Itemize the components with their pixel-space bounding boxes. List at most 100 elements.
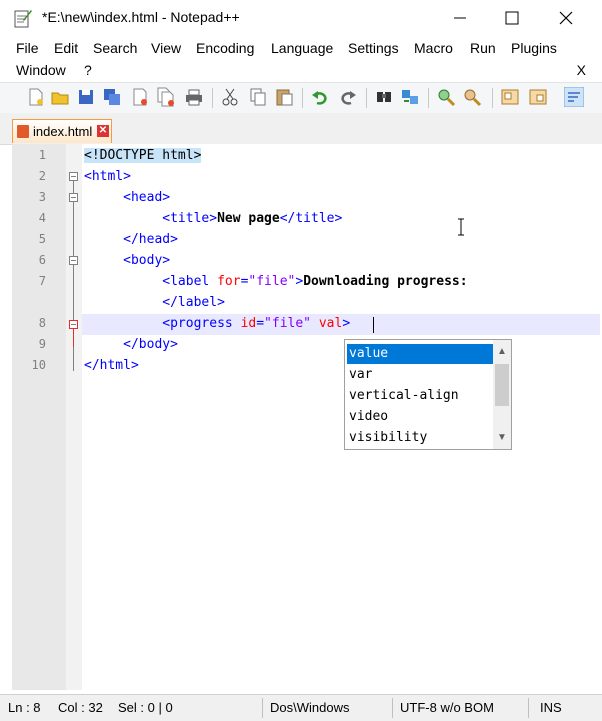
status-bar: Ln : 8 Col : 32 Sel : 0 | 0 Dos\Windows …: [0, 694, 602, 721]
fold-guide-active: [73, 329, 74, 347]
menu-encoding[interactable]: Encoding: [196, 40, 254, 56]
window-title: *E:\new\index.html - Notepad++: [42, 9, 240, 25]
zoom-out-icon[interactable]: [462, 87, 482, 107]
line-number: 6: [38, 253, 46, 267]
code-line: </head>: [84, 230, 178, 250]
toolbar-separator: [212, 88, 213, 108]
code-token: "file": [248, 274, 296, 289]
autocomplete-item[interactable]: vertical-align: [347, 386, 493, 406]
menu-settings[interactable]: Settings: [348, 40, 399, 56]
code-token: <body>: [123, 253, 171, 268]
code-token: <head>: [123, 190, 171, 205]
code-line: </body>: [84, 335, 178, 355]
status-encoding[interactable]: UTF-8 w/o BOM: [400, 700, 494, 715]
maximize-icon[interactable]: [500, 6, 524, 30]
code-line: <label for="file">Downloading progress:: [84, 272, 467, 292]
menu-language[interactable]: Language: [271, 40, 333, 56]
code-token: New page: [217, 211, 280, 226]
close-file-icon[interactable]: [130, 87, 150, 107]
fold-head-icon[interactable]: [69, 193, 78, 202]
code-token: <title>: [162, 211, 218, 226]
menu-edit[interactable]: Edit: [54, 40, 78, 56]
line-number: 2: [38, 169, 46, 183]
autocomplete-item-selected[interactable]: value: [347, 344, 493, 364]
code-token: >: [342, 316, 351, 331]
replace-icon[interactable]: [400, 87, 420, 107]
save-all-icon[interactable]: [102, 87, 122, 107]
code-line: <html>: [84, 167, 131, 187]
code-line: </label>: [84, 293, 225, 313]
fold-html-icon[interactable]: [69, 172, 78, 181]
undo-icon[interactable]: [310, 87, 330, 107]
fold-body-icon[interactable]: [69, 256, 78, 265]
code-token: </title>: [279, 211, 343, 226]
status-separator: [392, 698, 393, 718]
save-icon[interactable]: [76, 87, 96, 107]
tab-close-icon[interactable]: ✕: [97, 125, 109, 137]
code-token: <html>: [84, 169, 131, 184]
menu-window[interactable]: Window: [16, 62, 66, 78]
menu-bar: File Edit Search View Encoding Language …: [0, 36, 602, 82]
status-selection: Sel : 0 | 0: [118, 700, 173, 715]
line-number: 5: [38, 232, 46, 246]
menu-view[interactable]: View: [151, 40, 181, 56]
scroll-up-icon[interactable]: ▲: [493, 346, 511, 357]
text-caret: [373, 317, 374, 333]
redo-icon[interactable]: [338, 87, 358, 107]
autocomplete-scrollbar[interactable]: ▲ ▼: [493, 340, 511, 449]
status-separator: [262, 698, 263, 718]
scroll-down-icon[interactable]: ▼: [493, 432, 511, 443]
autocomplete-list[interactable]: value var vertical-align video visibilit…: [344, 339, 512, 450]
autocomplete-item[interactable]: video: [347, 407, 493, 427]
autocomplete-item[interactable]: var: [347, 365, 493, 385]
code-token: </head>: [123, 232, 178, 247]
status-line: Ln : 8: [8, 700, 41, 715]
code-token: <label: [162, 274, 218, 289]
toolbar-separator: [366, 88, 367, 108]
status-eol-format[interactable]: Dos\Windows: [270, 700, 349, 715]
code-editor[interactable]: 1 2 3 4 5 6 7 8 9 10 <!DOCTYPE html> <html> <head>…: [12, 144, 602, 690]
cut-icon[interactable]: [220, 87, 240, 107]
new-file-icon[interactable]: [26, 87, 46, 107]
status-insert-mode[interactable]: INS: [540, 700, 562, 715]
code-line: <!DOCTYPE html>: [84, 146, 202, 166]
scroll-thumb[interactable]: [495, 364, 509, 406]
sync-horizontal-icon[interactable]: [528, 87, 548, 107]
menu-file[interactable]: File: [16, 40, 39, 56]
code-token: >: [295, 274, 304, 289]
code-token: </label>: [162, 295, 225, 310]
minimize-icon[interactable]: [448, 6, 472, 30]
toolbar: [0, 82, 602, 114]
menu-run[interactable]: Run: [470, 40, 496, 56]
line-number: 10: [31, 358, 46, 372]
toolbar-separator: [302, 88, 303, 108]
menu-search[interactable]: Search: [93, 40, 137, 56]
fold-margin: [66, 144, 82, 690]
sync-vertical-icon[interactable]: [500, 87, 520, 107]
copy-icon[interactable]: [248, 87, 268, 107]
menu-plugins[interactable]: Plugins: [511, 40, 557, 56]
tab-index-html[interactable]: index.html ✕: [12, 119, 112, 143]
menu-macro[interactable]: Macro: [414, 40, 453, 56]
print-icon[interactable]: [184, 87, 204, 107]
code-token: "file": [264, 316, 312, 331]
code-token: </body>: [123, 337, 178, 352]
open-file-icon[interactable]: [50, 87, 70, 107]
code-token: <progress: [162, 316, 241, 331]
close-all-icon[interactable]: [156, 87, 176, 107]
zoom-in-icon[interactable]: [436, 87, 456, 107]
fold-progress-icon[interactable]: [69, 320, 78, 329]
paste-icon[interactable]: [274, 87, 294, 107]
autocomplete-item[interactable]: visibility: [347, 428, 493, 448]
find-icon[interactable]: [374, 87, 394, 107]
close-window-icon[interactable]: [554, 6, 578, 30]
word-wrap-icon[interactable]: [564, 87, 584, 107]
menu-help[interactable]: ?: [84, 62, 92, 78]
close-document-button[interactable]: X: [577, 62, 586, 78]
document-tab-strip: index.html ✕: [0, 113, 602, 145]
